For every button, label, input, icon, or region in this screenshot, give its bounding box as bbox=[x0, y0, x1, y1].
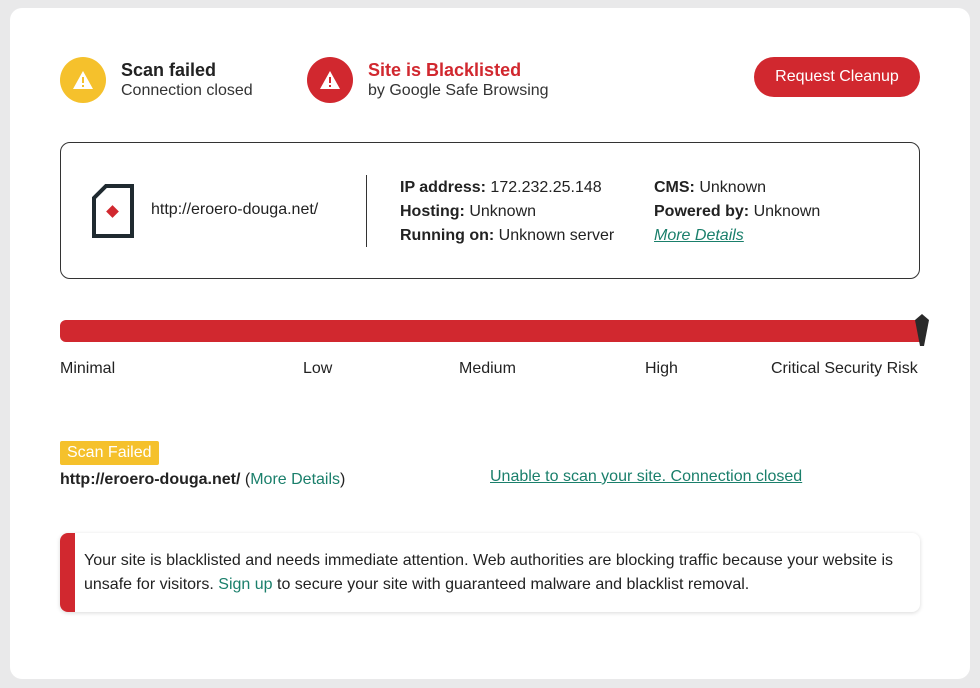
cms-value: Unknown bbox=[699, 179, 767, 196]
ip-label: IP address: bbox=[400, 179, 486, 196]
scan-result-line: http://eroero-douga.net/ (More Details) bbox=[60, 471, 345, 489]
blacklist-status-subtitle: by Google Safe Browsing bbox=[368, 82, 549, 99]
risk-level-critical: Critical Security Risk bbox=[771, 360, 918, 377]
running-value: Unknown server bbox=[498, 227, 615, 244]
site-info-box: http://eroero-douga.net/ IP address: 172… bbox=[60, 142, 920, 279]
alert-accent-bar bbox=[60, 533, 75, 612]
alert-message: Your site is blacklisted and needs immed… bbox=[84, 549, 900, 597]
blacklist-status: Site is Blacklisted by Google Safe Brows… bbox=[307, 57, 549, 103]
signup-link[interactable]: Sign up bbox=[218, 576, 272, 593]
divider bbox=[366, 175, 367, 247]
cms-details: CMS: Unknown Powered by: Unknown More De… bbox=[654, 176, 820, 248]
risk-level-medium: Medium bbox=[459, 360, 516, 377]
report-card: Scan failed Connection closed Site is Bl… bbox=[10, 8, 970, 679]
server-details: IP address: 172.232.25.148 Hosting: Unkn… bbox=[400, 176, 614, 248]
site-url: http://eroero-douga.net/ bbox=[151, 201, 319, 218]
risk-level-minimal: Minimal bbox=[60, 360, 116, 377]
risk-marker-icon bbox=[913, 312, 931, 353]
close-paren: ) bbox=[340, 471, 346, 488]
risk-level-high: High bbox=[645, 360, 678, 377]
hosting-value: Unknown bbox=[469, 203, 537, 220]
blacklist-status-title: Site is Blacklisted bbox=[368, 60, 522, 80]
risk-bar bbox=[60, 320, 920, 342]
running-label: Running on: bbox=[400, 227, 495, 244]
scan-status-title: Scan failed bbox=[121, 60, 217, 80]
more-details-link[interactable]: More Details bbox=[654, 227, 744, 244]
warning-icon bbox=[307, 57, 353, 103]
ip-value: 172.232.25.148 bbox=[490, 179, 602, 196]
scan-failed-badge: Scan Failed bbox=[60, 441, 159, 465]
powered-label: Powered by: bbox=[654, 203, 750, 220]
scan-status-subtitle: Connection closed bbox=[121, 82, 253, 99]
alert-text-after: to secure your site with guaranteed malw… bbox=[277, 576, 750, 593]
scan-status: Scan failed Connection closed bbox=[60, 57, 253, 103]
hosting-label: Hosting: bbox=[400, 203, 465, 220]
blacklist-alert: Your site is blacklisted and needs immed… bbox=[60, 533, 920, 612]
scan-more-details-link[interactable]: More Details bbox=[250, 471, 340, 488]
warning-icon bbox=[60, 57, 106, 103]
scan-result-url: http://eroero-douga.net/ bbox=[60, 471, 241, 488]
risk-level-low: Low bbox=[303, 360, 333, 377]
file-icon bbox=[92, 184, 136, 243]
powered-value: Unknown bbox=[753, 203, 821, 220]
cms-label: CMS: bbox=[654, 179, 695, 196]
request-cleanup-button[interactable]: Request Cleanup bbox=[754, 57, 920, 97]
scan-error-link[interactable]: Unable to scan your site. Connection clo… bbox=[490, 468, 802, 486]
